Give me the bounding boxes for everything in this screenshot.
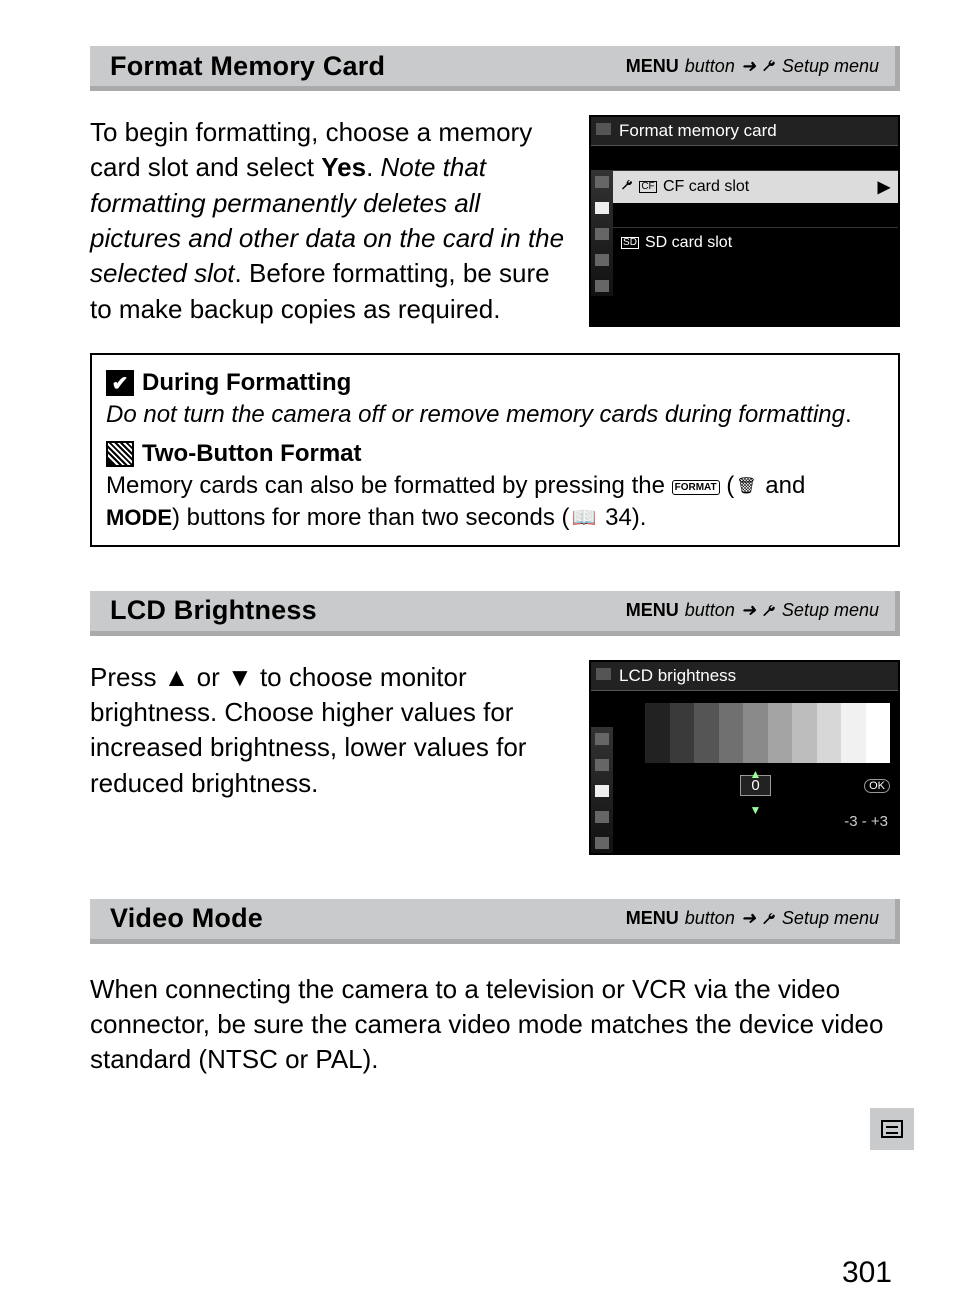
arrow-right-icon: ➜: [741, 56, 756, 77]
brightness-slider: ▲ 0 OK ▼: [613, 769, 898, 803]
section-path-video: MENU button ➜ Setup menu: [626, 908, 879, 929]
setup-menu-label: Setup menu: [782, 56, 879, 77]
note-body-two-button: Memory cards can also be formatted by pr…: [106, 470, 884, 532]
text: (: [720, 472, 735, 499]
lcd-side-icons: [591, 727, 613, 853]
section-bar-lcd: LCD Brightness MENU button ➜ Setup menu: [90, 591, 900, 636]
section-title-lcd: LCD Brightness: [110, 595, 317, 626]
ok-badge: OK: [864, 779, 890, 793]
mode-label: MODE: [106, 505, 172, 530]
section-title-video: Video Mode: [110, 903, 263, 934]
pencil-icon: [106, 441, 134, 467]
note-title: Two-Button Format: [142, 440, 362, 468]
menu-label: MENU: [626, 56, 679, 77]
lcd-brightness-screenshot: LCD brightness ▲ 0 OK ▼ -3 - +3: [589, 660, 900, 855]
note-head-two-button: Two-Button Format: [106, 440, 884, 468]
lcd-row-sd: SD SD card slot: [613, 227, 898, 258]
yes-word: Yes: [321, 152, 366, 182]
lcd-body-text: Press ▲ or ▼ to choose monitor brightnes…: [90, 660, 575, 855]
button-word: button: [685, 600, 735, 621]
setup-menu-label: Setup menu: [782, 600, 879, 621]
trash-icon: 🗑: [734, 477, 758, 498]
wrench-icon: [762, 57, 776, 75]
book-icon: 📖: [570, 505, 599, 531]
format-icon: FORMAT: [672, 480, 720, 495]
text: Memory cards can also be formatted by pr…: [106, 472, 672, 499]
setup-menu-label: Setup menu: [782, 908, 879, 929]
text: ) buttons for more than two seconds (: [172, 504, 570, 531]
section-title-format: Format Memory Card: [110, 51, 385, 82]
menu-label: MENU: [626, 908, 679, 929]
arrow-up-icon: ▲: [750, 767, 762, 781]
lcd-title: LCD brightness: [591, 662, 898, 691]
arrow-right-icon: ➜: [741, 908, 756, 929]
button-word: button: [685, 56, 735, 77]
note-title: During Formatting: [142, 369, 351, 397]
note-italic: Do not turn the camera off or remove mem…: [106, 401, 845, 428]
brightness-bars: [621, 703, 890, 763]
arrow-down-icon: ▼: [750, 803, 762, 817]
button-word: button: [685, 908, 735, 929]
chevron-right-icon: ▶: [878, 177, 890, 197]
lcd-body-block: Press ▲ or ▼ to choose monitor brightnes…: [90, 660, 900, 855]
cf-slot-icon: CF: [639, 181, 657, 193]
arrow-right-icon: ➜: [741, 600, 756, 621]
lcd-body: CF CF card slot ▶ SD SD card slot: [591, 146, 898, 296]
sd-slot-icon: SD: [621, 237, 639, 249]
cf-slot-label: CF card slot: [663, 178, 749, 196]
note-body-formatting: Do not turn the camera off or remove mem…: [106, 399, 884, 430]
lcd-body: ▲ 0 OK ▼ -3 - +3: [591, 703, 898, 853]
text: and: [759, 472, 806, 499]
lcd-format-screenshot: Format memory card CF CF card slot ▶ SD …: [589, 115, 900, 327]
setup-menu-side-tab: [870, 1108, 914, 1150]
sd-slot-label: SD card slot: [645, 234, 732, 252]
page-number: 301: [842, 1256, 892, 1290]
section-path-format: MENU button ➜ Setup menu: [626, 56, 879, 77]
section-bar-format: Format Memory Card MENU button ➜ Setup m…: [90, 46, 900, 91]
caution-icon: ✔: [106, 370, 134, 396]
format-body-text: To begin formatting, choose a memory car…: [90, 115, 575, 327]
text: .: [366, 152, 380, 182]
section-bar-video: Video Mode MENU button ➜ Setup menu: [90, 899, 900, 944]
note-head-formatting: ✔ During Formatting: [106, 369, 884, 397]
format-body-block: To begin formatting, choose a memory car…: [90, 115, 900, 327]
wrench-icon: [762, 910, 776, 928]
lcd-title: Format memory card: [591, 117, 898, 146]
notes-box: ✔ During Formatting Do not turn the came…: [90, 353, 900, 547]
section-path-lcd: MENU button ➜ Setup menu: [626, 600, 879, 621]
menu-label: MENU: [626, 600, 679, 621]
list-icon: [881, 1120, 903, 1138]
wrench-icon: [762, 602, 776, 620]
lcd-row-cf: CF CF card slot ▶: [613, 170, 898, 203]
video-body-text: When connecting the camera to a televisi…: [90, 972, 900, 1078]
page-ref: 34).: [598, 504, 646, 531]
wrench-icon: [621, 178, 635, 196]
lcd-side-icons: [591, 170, 613, 296]
